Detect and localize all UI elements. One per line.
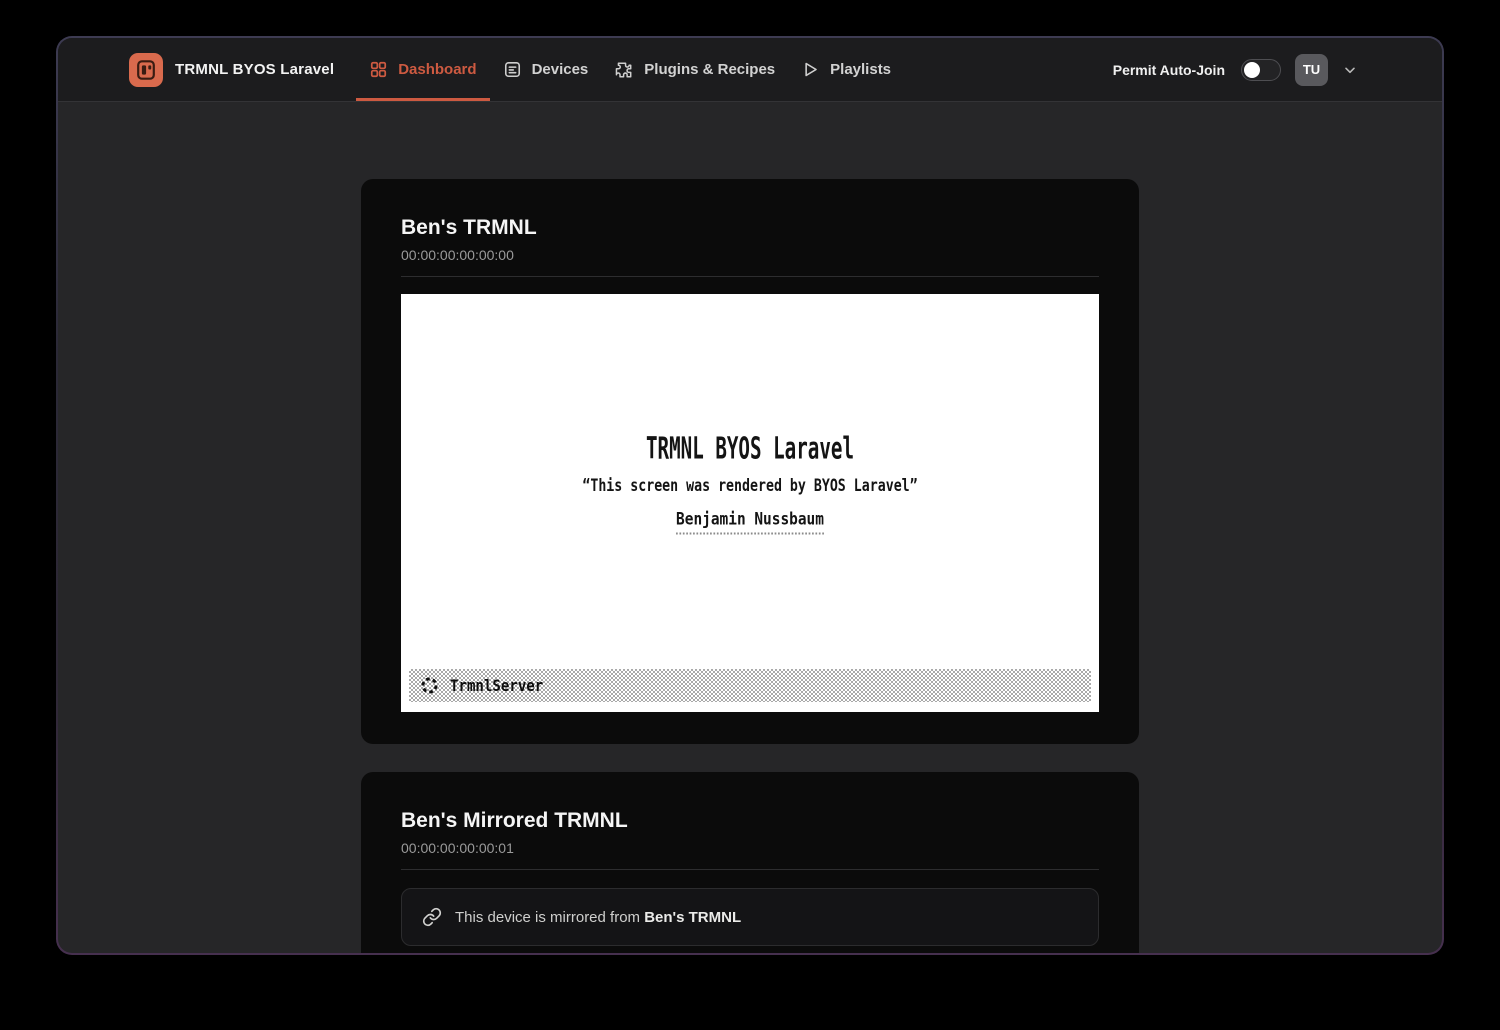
screen-title: TRMNL BYOS Laravel	[527, 432, 974, 467]
mirror-info-text: This device is mirrored from Ben's TRMNL	[455, 909, 741, 926]
divider	[401, 869, 1099, 870]
screen-author: Benjamin Nussbaum	[676, 510, 824, 535]
divider	[401, 276, 1099, 277]
permit-auto-join-toggle[interactable]	[1241, 59, 1281, 81]
screen-quote: “This screen was rendered by BYOS Larave…	[478, 476, 1022, 496]
mirror-info-box: This device is mirrored from Ben's TRMNL	[401, 888, 1099, 946]
screen-author-wrap: Benjamin Nussbaum	[401, 510, 1099, 535]
dashboard-content: Ben's TRMNL 00:00:00:00:00:00 TRMNL BYOS…	[58, 102, 1442, 953]
device-mac-address: 00:00:00:00:00:00	[401, 247, 1099, 263]
top-nav: TRMNL BYOS Laravel Dashboard	[58, 38, 1442, 102]
app-window: TRMNL BYOS Laravel Dashboard	[58, 38, 1442, 953]
nav-right: Permit Auto-Join TU	[1113, 54, 1358, 86]
app-window-frame: TRMNL BYOS Laravel Dashboard	[56, 36, 1444, 955]
permit-auto-join-label: Permit Auto-Join	[1113, 62, 1225, 78]
brand: TRMNL BYOS Laravel	[129, 53, 334, 87]
app-title: TRMNL BYOS Laravel	[175, 61, 334, 78]
dashboard-grid-icon	[369, 60, 388, 79]
devices-list-icon	[503, 60, 522, 79]
device-name: Ben's TRMNL	[401, 216, 1099, 240]
trmnl-logo-icon	[129, 53, 163, 87]
tab-plugins-recipes[interactable]: Plugins & Recipes	[601, 38, 788, 101]
tab-label: Dashboard	[398, 61, 476, 78]
user-avatar[interactable]: TU	[1295, 54, 1328, 86]
tab-playlists[interactable]: Playlists	[788, 38, 904, 101]
link-icon	[422, 907, 442, 927]
screen-status-bar: TrmnlServer	[409, 669, 1091, 702]
nav-tabs: Dashboard Devices	[356, 38, 904, 101]
puzzle-icon	[614, 60, 634, 80]
tab-label: Devices	[532, 61, 589, 78]
chevron-down-icon[interactable]	[1342, 62, 1358, 78]
tab-label: Plugins & Recipes	[644, 61, 775, 78]
mirror-source-device: Ben's TRMNL	[644, 909, 741, 926]
device-mac-address: 00:00:00:00:00:01	[401, 840, 1099, 856]
device-name: Ben's Mirrored TRMNL	[401, 809, 1099, 833]
play-icon	[801, 60, 820, 79]
tab-devices[interactable]: Devices	[490, 38, 602, 101]
device-card-bens-trmnl: Ben's TRMNL 00:00:00:00:00:00 TRMNL BYOS…	[361, 179, 1139, 744]
tab-dashboard[interactable]: Dashboard	[356, 38, 489, 101]
tab-label: Playlists	[830, 61, 891, 78]
spinner-icon	[419, 675, 440, 696]
status-bar-label: TrmnlServer	[450, 676, 543, 695]
device-screen-preview: TRMNL BYOS Laravel “This screen was rend…	[401, 294, 1099, 712]
device-card-bens-mirrored-trmnl: Ben's Mirrored TRMNL 00:00:00:00:00:01 T…	[361, 772, 1139, 953]
toggle-knob	[1244, 62, 1260, 78]
